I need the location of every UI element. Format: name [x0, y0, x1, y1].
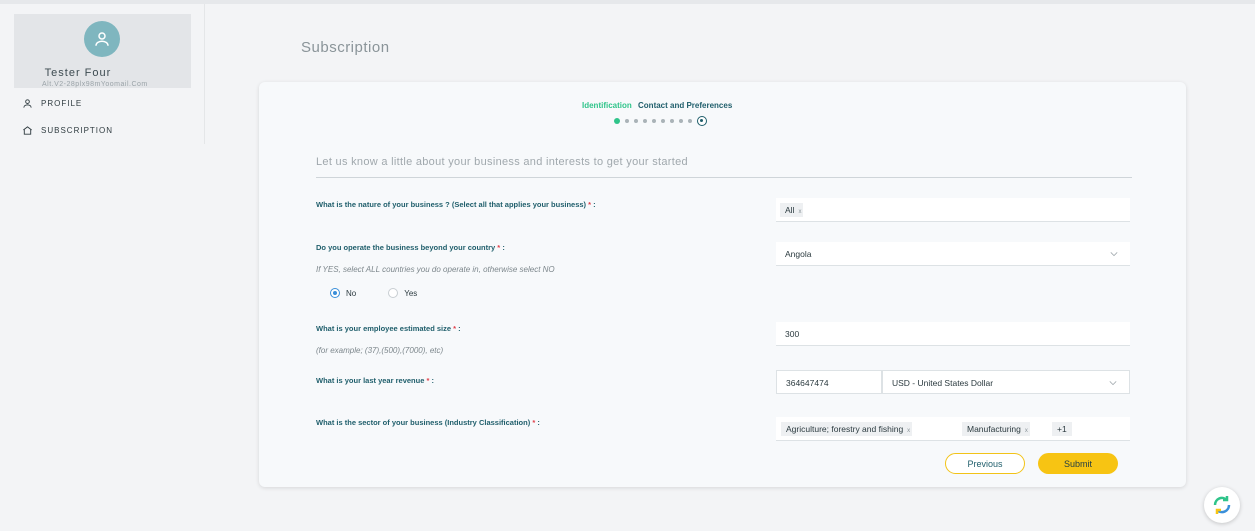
submit-button[interactable]: Submit — [1038, 453, 1118, 474]
step-identification[interactable]: Identification — [582, 101, 632, 110]
colon: : — [593, 200, 596, 209]
step-dot — [661, 119, 665, 123]
employees-value: 300 — [785, 329, 800, 339]
currency-select[interactable]: USD - United States Dollar — [882, 370, 1130, 394]
user-icon — [23, 99, 32, 108]
employees-input[interactable]: 300 — [776, 322, 1130, 346]
colon: : — [431, 376, 435, 385]
step-dot — [634, 119, 638, 123]
tag-label: Manufacturing — [967, 424, 1021, 434]
stepper-labels: Identification Contact and Preferences — [582, 101, 732, 110]
previous-button[interactable]: Previous — [945, 453, 1025, 474]
question-revenue: What is your last year revenue * : — [316, 376, 434, 385]
radio-yes-label: Yes — [404, 288, 418, 298]
chevron-down-icon — [1109, 381, 1117, 386]
step-dot — [625, 119, 629, 123]
colon: : — [458, 324, 461, 333]
step-dot-final — [697, 116, 707, 126]
operate-beyond-radio-group: No Yes — [330, 288, 417, 298]
required-mark: * — [453, 324, 457, 333]
profile-card: Tester Four Alt.V2-28plx98mYoomail.Com — [14, 14, 191, 88]
nav-label-profile: PROFILE — [41, 99, 83, 108]
step-contact-preferences[interactable]: Contact and Preferences — [638, 101, 732, 110]
beyond-hint: If YES, select ALL countries you do oper… — [316, 265, 555, 274]
avatar[interactable] — [84, 21, 120, 57]
stepper-dots — [614, 116, 707, 126]
step-dot — [643, 119, 647, 123]
question-nature-text: What is the nature of your business ? (S… — [316, 200, 587, 209]
step-dot — [670, 119, 674, 123]
step-dot — [688, 119, 692, 123]
question-nature: What is the nature of your business ? (S… — [316, 200, 596, 209]
colon: : — [502, 243, 505, 252]
required-mark: * — [426, 376, 430, 385]
currency-value: USD - United States Dollar — [892, 378, 994, 388]
tag-remove-icon[interactable]: x — [1025, 424, 1028, 438]
sidebar: Tester Four Alt.V2-28plx98mYoomail.Com P… — [0, 4, 205, 144]
step-dot-current — [614, 118, 620, 124]
page-title: Subscription — [301, 39, 390, 56]
divider — [316, 177, 1132, 178]
required-mark: * — [532, 418, 536, 427]
question-revenue-text: What is your last year revenue — [316, 376, 425, 385]
tag-remove-icon[interactable]: x — [798, 205, 801, 219]
question-beyond-country: Do you operate the business beyond your … — [316, 243, 505, 252]
nav-item-subscription[interactable]: SUBSCRIPTION — [22, 125, 113, 136]
sector-multiselect[interactable]: Agriculture; forestry and fishing x Manu… — [776, 417, 1130, 441]
subscription-card: Identification Contact and Preferences L… — [259, 82, 1186, 487]
question-employees: What is your employee estimated size * : — [316, 324, 461, 333]
required-mark: * — [497, 243, 501, 252]
form-intro: Let us know a little about your business… — [316, 156, 688, 168]
country-select[interactable]: Angola — [776, 242, 1130, 266]
radio-yes[interactable] — [388, 288, 399, 298]
country-value: Angola — [785, 249, 812, 259]
revenue-value: 364647474 — [786, 378, 829, 388]
radio-no[interactable] — [330, 288, 340, 298]
nature-multiselect[interactable]: All x — [776, 198, 1130, 222]
tag-label: All — [785, 205, 795, 215]
nav-label-subscription: SUBSCRIPTION — [41, 126, 114, 135]
tag-all: All x — [780, 203, 804, 219]
required-mark: * — [588, 200, 592, 209]
sync-icon — [1213, 496, 1231, 514]
radio-no-label: No — [346, 288, 357, 298]
colon: : — [537, 418, 540, 427]
tag-more-count[interactable]: +1 — [1052, 422, 1072, 436]
nav-item-profile[interactable]: PROFILE — [22, 98, 82, 109]
user-name: Tester Four — [44, 67, 112, 79]
chevron-down-icon — [1110, 252, 1118, 257]
employees-hint: (for example; (37),(500),(7000), etc) — [316, 346, 444, 355]
sync-fab-button[interactable] — [1204, 487, 1240, 523]
question-beyond-text: Do you operate the business beyond your … — [316, 243, 496, 252]
question-employees-text: What is your employee estimated size — [316, 324, 452, 333]
user-email: Alt.V2-28plx98mYoomail.Com — [42, 81, 148, 88]
tag-label: Agriculture; forestry and fishing — [786, 424, 904, 434]
tag-sector: Manufacturing x — [962, 422, 1030, 436]
home-icon — [23, 126, 32, 135]
revenue-input[interactable]: 364647474 — [776, 370, 882, 394]
step-dot — [679, 119, 683, 123]
tag-remove-icon[interactable]: x — [907, 424, 910, 438]
tag-sector: Agriculture; forestry and fishing x — [781, 422, 913, 438]
step-dot — [652, 119, 656, 123]
user-icon — [95, 32, 109, 46]
question-sector-text: What is the sector of your business (Ind… — [316, 418, 531, 427]
question-sector: What is the sector of your business (Ind… — [316, 418, 540, 427]
